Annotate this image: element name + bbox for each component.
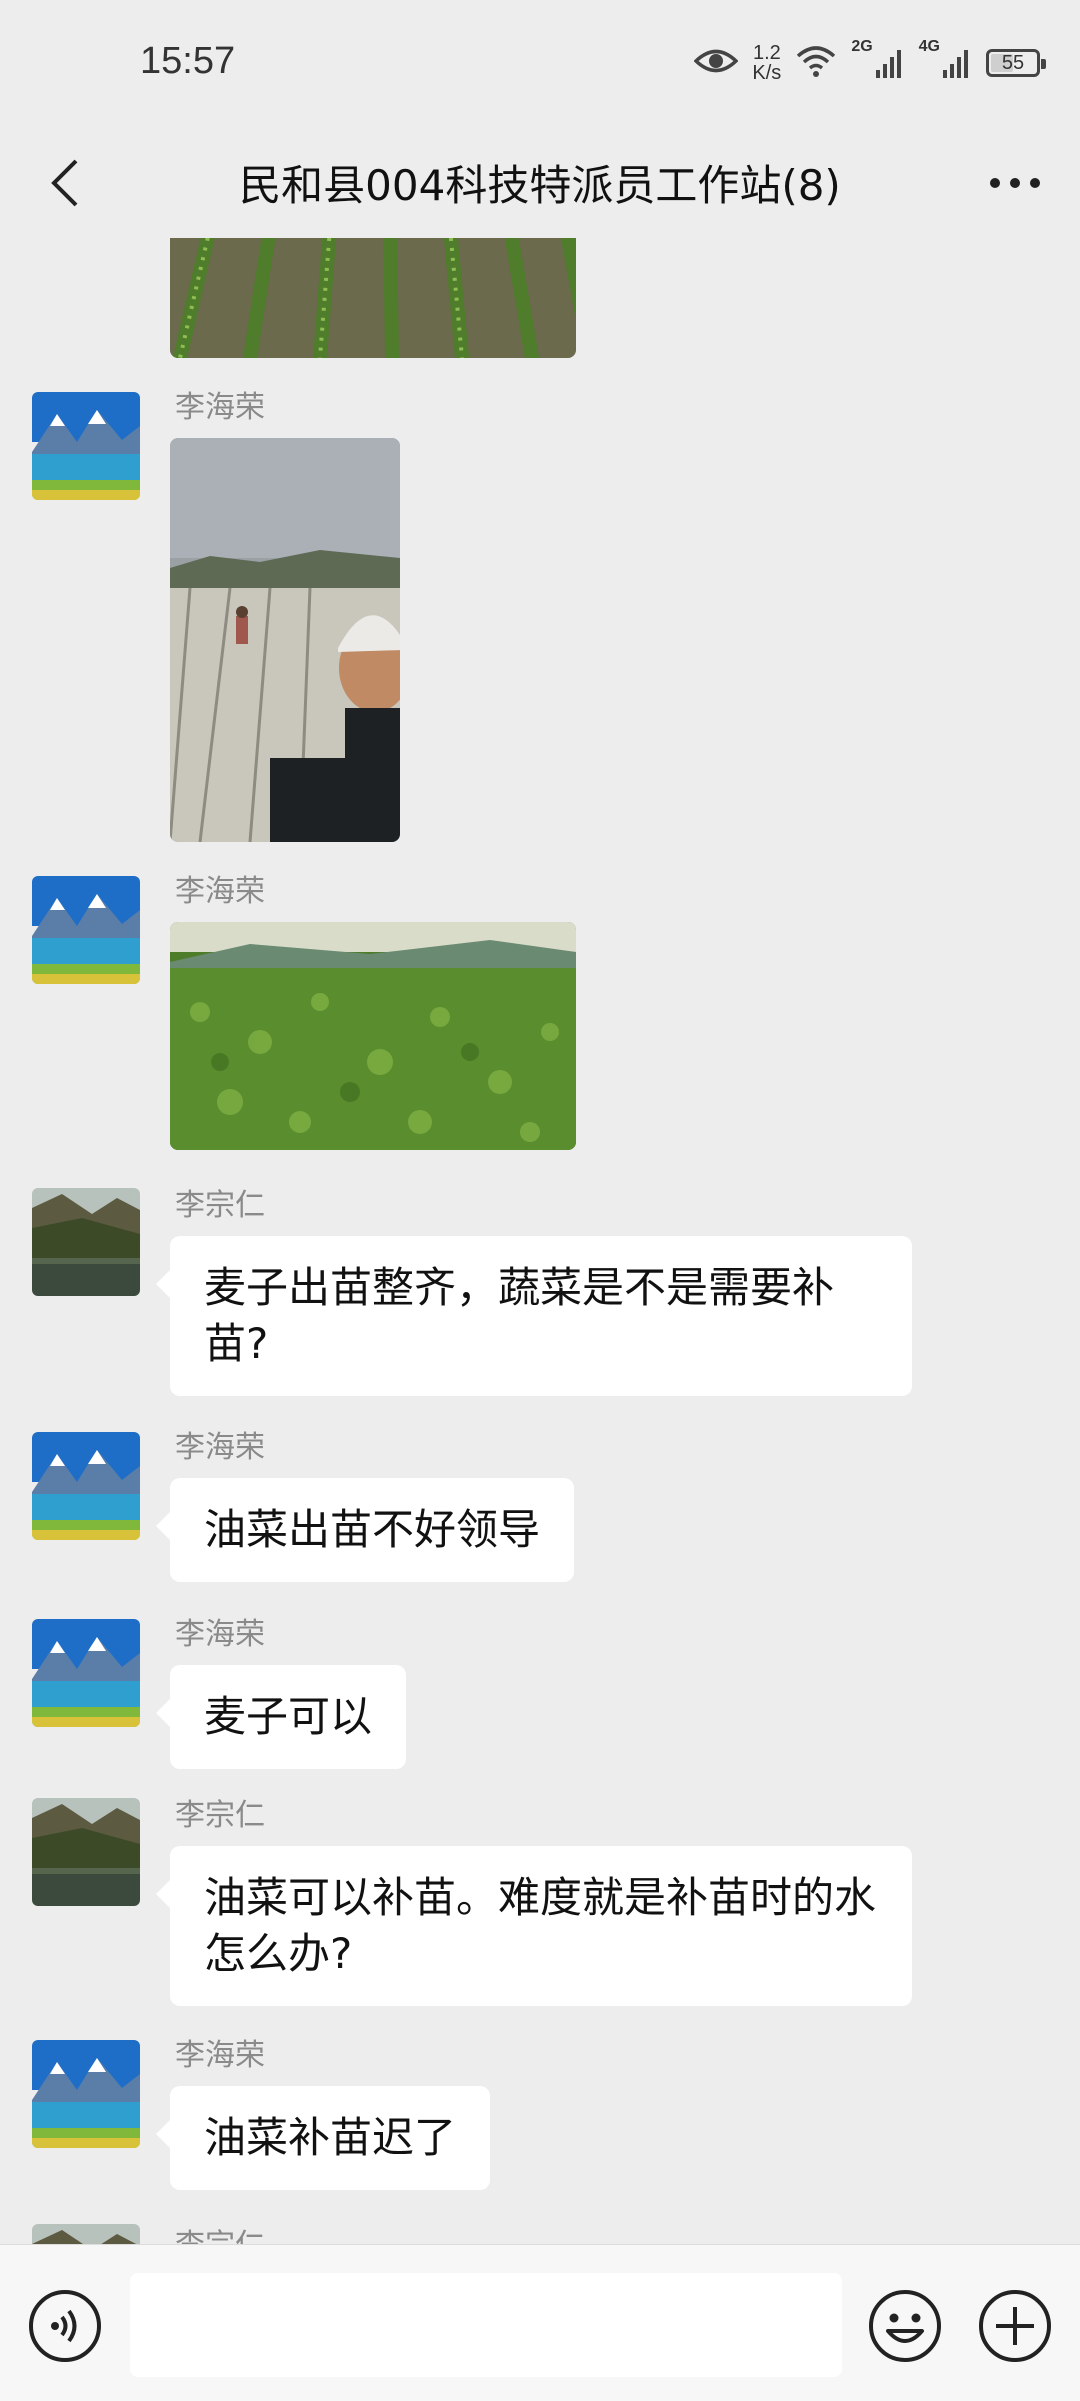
farmer-selfie-photo (170, 438, 400, 842)
battery-icon: 55 (986, 49, 1046, 77)
status-bar: 15:57 1.2 K/s 2G 4G 55 (0, 0, 1080, 130)
sender-name: 李宗仁 (175, 2220, 265, 2244)
status-time: 15:57 (140, 40, 236, 82)
avatar-mountain-lake (32, 1432, 140, 1540)
signal-bars-icon (875, 50, 901, 78)
sender-name: 李海荣 (175, 1430, 265, 1465)
chat-image-crop-field[interactable] (170, 922, 576, 1150)
chat-message: 李海荣 油菜补苗迟了 (0, 2036, 1080, 2190)
chat-message: 李海荣 油菜出苗不好领导 (0, 1428, 1080, 1582)
voice-input-button[interactable] (28, 2289, 102, 2363)
chat-message: 李海荣 (0, 872, 1080, 1162)
message-bubble[interactable]: 油菜可以补苗。难度就是补苗时的水怎么办? (156, 1846, 912, 2006)
battery-level: 55 (1001, 51, 1025, 74)
signal-4g-label: 4G (918, 38, 940, 55)
nav-bar: 民和县004科技特派员工作站(8) (0, 130, 1080, 238)
chat-message: 李宗仁 麦子出苗整齐，蔬菜是不是需要补苗? (0, 1188, 1080, 1398)
avatar-mountain-lake (32, 392, 140, 500)
chat-message-list[interactable]: 李海荣 李海荣 李宗仁 麦子出苗整齐，蔬菜是不是需要补苗? 李海荣 油菜出苗不好… (0, 238, 1080, 2244)
signal-2g: 2G (851, 38, 904, 78)
more-dots-icon (990, 178, 1040, 188)
wifi-icon (795, 44, 837, 82)
message-bubble[interactable]: 麦子出苗整齐，蔬菜是不是需要补苗? (156, 1236, 912, 1396)
sender-name: 李海荣 (175, 2038, 265, 2073)
signal-4g: 4G (919, 38, 972, 78)
avatar[interactable] (32, 1619, 140, 1727)
chat-image-farmer-selfie[interactable] (170, 438, 400, 842)
signal-bars-icon (943, 50, 968, 78)
signal-2g-label: 2G (851, 38, 873, 55)
message-text-input[interactable] (130, 2273, 842, 2377)
avatar[interactable] (32, 1798, 140, 1906)
message-bubble[interactable]: 油菜出苗不好领导 (155, 1478, 575, 1582)
message-bubble[interactable]: 麦子可以 (155, 1665, 407, 1769)
emoji-icon (869, 2290, 941, 2362)
chat-message (0, 238, 1080, 360)
chat-message: 李宗仁 (0, 2224, 1080, 2244)
message-input-bar (0, 2244, 1080, 2401)
avatar[interactable] (32, 1432, 140, 1540)
eye-icon (693, 46, 739, 80)
chat-message: 李海荣 麦子可以 (0, 1615, 1080, 1769)
voice-icon (29, 2290, 101, 2362)
network-speed: 1.2 K/s (752, 43, 781, 83)
crop-field-photo (170, 922, 576, 1150)
sender-name: 李海荣 (175, 1617, 265, 1652)
avatar[interactable] (32, 2040, 140, 2148)
message-bubble[interactable]: 油菜补苗迟了 (155, 2086, 491, 2190)
sender-name: 李海荣 (175, 390, 265, 425)
sender-name: 李宗仁 (175, 1798, 265, 1833)
avatar-valley-lake (32, 2224, 140, 2244)
avatar-mountain-lake (32, 876, 140, 984)
chat-message: 李海荣 (0, 388, 1080, 848)
more-functions-button[interactable] (978, 2289, 1052, 2363)
avatar[interactable] (32, 2224, 140, 2244)
chat-title: 民和县004科技特派员工作站(8) (239, 161, 841, 210)
avatar[interactable] (32, 876, 140, 984)
network-speed-unit: K/s (752, 62, 782, 84)
avatar-mountain-lake (32, 2040, 140, 2148)
avatar-valley-lake (32, 1188, 140, 1296)
network-speed-value: 1.2 (752, 42, 781, 64)
avatar[interactable] (32, 1188, 140, 1296)
plus-icon (979, 2290, 1051, 2362)
chat-message: 李宗仁 油菜可以补苗。难度就是补苗时的水怎么办? (0, 1798, 1080, 2008)
avatar[interactable] (32, 392, 140, 500)
avatar-mountain-lake (32, 1619, 140, 1727)
status-icons: 1.2 K/s 2G 4G 55 (693, 38, 1046, 88)
sender-name: 李宗仁 (175, 1188, 265, 1223)
sender-name: 李海荣 (175, 874, 265, 909)
avatar-valley-lake (32, 1798, 140, 1906)
chat-image-wheat-rows[interactable] (170, 238, 576, 358)
emoji-button[interactable] (868, 2289, 942, 2363)
more-button[interactable] (980, 148, 1050, 218)
wheat-rows-photo (170, 238, 576, 358)
